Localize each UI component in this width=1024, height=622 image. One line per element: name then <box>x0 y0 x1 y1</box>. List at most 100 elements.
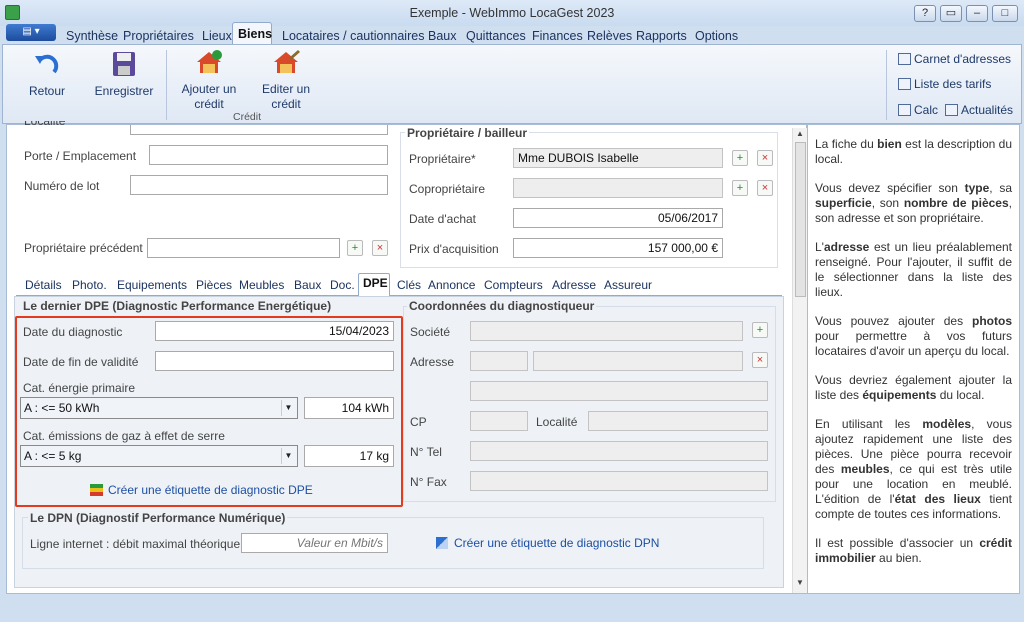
subtab-pieces[interactable]: Pièces <box>196 278 232 292</box>
calc-label: Calc <box>914 103 939 117</box>
porte-input[interactable] <box>149 145 388 165</box>
scroll-down-icon[interactable]: ▼ <box>794 578 806 590</box>
help-keyword: adresse <box>823 240 870 254</box>
proprietaire-add-icon[interactable]: + <box>732 150 748 166</box>
date-achat-input[interactable]: 05/06/2017 <box>513 208 723 228</box>
help-paragraph: La fiche du bien est la description du l… <box>815 137 1012 167</box>
coproprietaire-add-icon[interactable]: + <box>732 180 748 196</box>
prev-owner-remove-icon[interactable]: × <box>372 240 388 256</box>
tab-synthese[interactable]: Synthèse <box>66 29 118 43</box>
help-keyword: meubles <box>840 462 890 476</box>
prix-input[interactable]: 157 000,00 € <box>513 238 723 258</box>
owner-section-title: Propriétaire / bailleur <box>405 126 530 140</box>
help-text: du local. <box>936 388 985 402</box>
help-keyword: état des lieux <box>894 492 981 506</box>
credit-edit-icon <box>274 50 300 73</box>
retour-button[interactable]: Retour <box>22 50 72 99</box>
tab-options[interactable]: Options <box>695 29 738 43</box>
enregistrer-button[interactable]: Enregistrer <box>92 50 156 99</box>
adresse-street-field[interactable] <box>533 351 743 371</box>
minimize-button[interactable]: – <box>966 5 988 22</box>
ajouter-credit-label-2: crédit <box>194 97 224 111</box>
cp-field[interactable] <box>470 411 528 431</box>
societe-label: Société <box>410 325 451 339</box>
enregistrer-label: Enregistrer <box>94 84 154 98</box>
tab-baux[interactable]: Baux <box>428 29 457 43</box>
help-paragraph: L'adresse est un lieu préalablement rens… <box>815 240 1012 300</box>
editer-credit-button[interactable]: Editer un crédit <box>256 48 316 112</box>
adresse-remove-icon[interactable]: × <box>752 352 768 368</box>
back-arrow-icon <box>35 54 59 74</box>
credit-add-icon <box>197 50 222 73</box>
subtab-adresse[interactable]: Adresse <box>552 278 596 292</box>
subtab-dpe[interactable]: DPE <box>363 276 388 290</box>
subtab-equipements[interactable]: Equipements <box>117 278 187 292</box>
tab-finances[interactable]: Finances <box>532 29 583 43</box>
ribbon-group-label-credit: Crédit <box>233 111 262 123</box>
liste-tarifs-button[interactable]: Liste des tarifs <box>898 77 991 91</box>
actualites-button[interactable]: Actualités <box>945 103 1013 117</box>
subtab-details[interactable]: Détails <box>25 278 62 292</box>
localite-input[interactable] <box>130 125 388 135</box>
ribbon-separator <box>886 50 887 120</box>
carnet-adresses-button[interactable]: Carnet d'adresses <box>898 52 1011 66</box>
ligne-internet-input[interactable] <box>241 533 388 553</box>
dpn-label-icon <box>436 537 448 549</box>
news-icon <box>945 104 958 116</box>
subtab-annonce[interactable]: Annonce <box>428 278 475 292</box>
tab-locataires[interactable]: Locataires / cautionnaires <box>282 29 424 43</box>
societe-field[interactable] <box>470 321 743 341</box>
help-keyword: photos <box>972 314 1012 328</box>
app-menu-button[interactable]: ▤ ▾ <box>6 24 56 41</box>
help-paragraph: Vous devriez également ajouter la liste … <box>815 373 1012 403</box>
coproprietaire-field[interactable] <box>513 178 723 198</box>
societe-add-icon[interactable]: + <box>752 322 768 338</box>
prev-owner-input[interactable] <box>147 238 340 258</box>
create-dpn-label-link[interactable]: Créer une étiquette de diagnostic DPN <box>436 536 659 550</box>
proprietaire-field[interactable]: Mme DUBOIS Isabelle <box>513 148 723 168</box>
help-paragraph: Vous pouvez ajouter des photos pour perm… <box>815 314 1012 359</box>
fax-label: N° Fax <box>410 475 447 489</box>
subtab-baux[interactable]: Baux <box>294 278 321 292</box>
maximize-button[interactable]: □ <box>992 5 1018 22</box>
coproprietaire-remove-icon[interactable]: × <box>757 180 773 196</box>
tab-rapports[interactable]: Rapports <box>636 29 687 43</box>
subtab-meubles[interactable]: Meubles <box>239 278 284 292</box>
subtab-assureur[interactable]: Assureur <box>604 278 652 292</box>
tab-releves[interactable]: Relèves <box>587 29 632 43</box>
localite-field[interactable] <box>588 411 768 431</box>
adresse-num-field[interactable] <box>470 351 528 371</box>
help-panel: La fiche du bien est la description du l… <box>807 124 1020 594</box>
scroll-up-icon[interactable]: ▲ <box>794 129 806 141</box>
proprietaire-label: Propriétaire* <box>409 152 476 166</box>
adresse-complement-field[interactable] <box>470 381 768 401</box>
help-button[interactable]: ? <box>914 5 936 22</box>
tab-quittances[interactable]: Quittances <box>466 29 526 43</box>
date-achat-label: Date d'achat <box>409 212 477 226</box>
subtab-compteurs[interactable]: Compteurs <box>484 278 543 292</box>
subtab-doc[interactable]: Doc. <box>330 278 355 292</box>
lot-input[interactable] <box>130 175 388 195</box>
subtab-cles[interactable]: Clés <box>397 278 421 292</box>
ligne-internet-label: Ligne internet : débit maximal théorique <box>30 537 241 551</box>
tab-proprietaires[interactable]: Propriétaires <box>123 29 194 43</box>
scroll-thumb[interactable] <box>795 142 806 297</box>
help-paragraph: En utilisant les modèles, vous ajoutez r… <box>815 417 1012 522</box>
help-text: Il est possible d'associer un <box>815 536 980 550</box>
ajouter-credit-label-1: Ajouter un <box>181 82 237 96</box>
ajouter-credit-button[interactable]: Ajouter un crédit <box>178 48 240 112</box>
tel-field[interactable] <box>470 441 768 461</box>
restore-ribbon-button[interactable]: ▭ <box>940 5 962 22</box>
tab-lieux[interactable]: Lieux <box>202 29 232 43</box>
calc-button[interactable]: Calc <box>898 103 938 117</box>
tarifs-label: Liste des tarifs <box>914 77 992 91</box>
help-text: L' <box>815 240 824 254</box>
help-text: pour permettre à vos futurs locataires d… <box>815 329 1012 358</box>
main-scrollbar[interactable]: ▲ ▼ <box>792 128 807 593</box>
proprietaire-remove-icon[interactable]: × <box>757 150 773 166</box>
prev-owner-add-icon[interactable]: + <box>347 240 363 256</box>
fax-field[interactable] <box>470 471 768 491</box>
tab-biens[interactable]: Biens <box>238 27 272 41</box>
status-bar <box>6 597 1020 617</box>
subtab-photo[interactable]: Photo. <box>72 278 107 292</box>
